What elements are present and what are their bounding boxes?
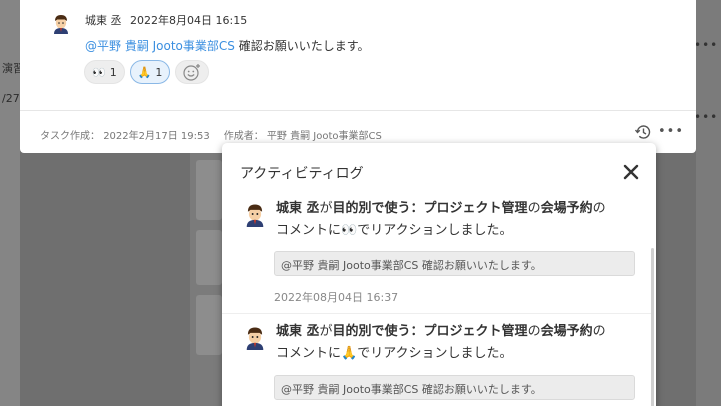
creator-name: 平野 貴嗣 Jooto事業部CS (266, 131, 382, 142)
log-text-part: が (319, 324, 333, 339)
background-card (196, 295, 222, 355)
eyes-emoji-icon: 👀 (341, 223, 358, 238)
created-date: 2022年2月17日 19:53 (103, 131, 210, 142)
add-reaction-button[interactable] (175, 60, 210, 84)
reaction-count: 1 (109, 65, 117, 79)
creator-label: 作成者： (223, 131, 264, 142)
log-text-part: の (527, 324, 541, 339)
background-text: /27 (2, 92, 20, 105)
reaction-pray-button[interactable]: 🙏 1 (129, 60, 171, 84)
background-card (196, 230, 222, 285)
comment-body: @平野 貴嗣 Jooto事業部CS 確認お願いいたします。 (85, 37, 370, 54)
activity-log-panel: アクティビティログ 城東 丞が目的別で使う：プロジェクト管理の会場予約の コメン… (222, 143, 656, 406)
avatar[interactable] (242, 324, 268, 350)
avatar[interactable] (242, 201, 268, 227)
add-emoji-icon (183, 64, 201, 81)
created-label: タスク作成： (40, 131, 100, 142)
comment-timestamp: 2022年8月04日 16:15 (130, 14, 248, 27)
log-text-part: の (527, 201, 541, 216)
more-icon: ••• (694, 38, 719, 52)
created-info: タスク作成： 2022年2月17日 19:53 (40, 127, 210, 142)
log-text-part: の (592, 201, 606, 216)
quoted-comment: @平野 貴嗣 Jooto事業部CS 確認お願いいたします。 (274, 251, 635, 276)
activity-log-title: アクティビティログ (240, 166, 364, 182)
quoted-comment: @平野 貴嗣 Jooto事業部CS 確認お願いいたします。 (274, 375, 635, 400)
divider (20, 110, 696, 111)
pray-emoji-icon: 🙏 (137, 65, 152, 79)
more-icon: ••• (694, 110, 719, 124)
comment-text: 確認お願いいたします。 (238, 39, 370, 53)
reaction-bar: 👀 1 🙏 1 (84, 60, 210, 84)
log-text-part: が (319, 201, 333, 216)
task-card: 城東 丞 2022年8月04日 16:15 @平野 貴嗣 Jooto事業部CS … (20, 0, 696, 153)
divider (222, 313, 652, 314)
creator-info: 作成者： 平野 貴嗣 Jooto事業部CS (224, 127, 382, 142)
log-user: 城東 丞 (276, 324, 320, 339)
close-icon[interactable] (622, 163, 640, 181)
avatar[interactable] (50, 12, 72, 34)
comment-author[interactable]: 城東 丞 (85, 12, 122, 28)
log-text-part: でリアクションしました。 (357, 346, 513, 361)
task-meta: タスク作成： 2022年2月17日 19:53 作成者： 平野 貴嗣 Jooto… (40, 127, 382, 142)
reaction-count: 1 (155, 65, 163, 79)
background-right-column (696, 0, 721, 406)
pray-emoji-icon: 🙏 (341, 346, 358, 361)
log-text-part: コメントに (276, 223, 342, 238)
eyes-emoji-icon: 👀 (92, 65, 106, 79)
log-text-part: の (592, 324, 606, 339)
log-task[interactable]: 会場予約 (541, 324, 593, 339)
log-task[interactable]: 会場予約 (541, 201, 593, 216)
activity-log-text: 城東 丞が目的別で使う：プロジェクト管理の会場予約の コメントに👀でリアクション… (276, 198, 636, 242)
log-date: 2022年08月04日 16:37 (274, 291, 399, 304)
log-project[interactable]: 目的別で使う：プロジェクト管理 (333, 324, 528, 339)
log-text-part: でリアクションしました。 (357, 223, 513, 238)
log-project[interactable]: 目的別で使う：プロジェクト管理 (333, 201, 528, 216)
log-text-part: コメントに (276, 346, 342, 361)
mention-link[interactable]: @平野 貴嗣 Jooto事業部CS (85, 39, 235, 53)
history-icon[interactable] (634, 123, 652, 141)
scrollbar[interactable] (651, 248, 654, 406)
log-user: 城東 丞 (276, 201, 320, 216)
background-card (196, 160, 222, 220)
more-options-icon[interactable]: ••• (658, 124, 684, 139)
reaction-eyes-button[interactable]: 👀 1 (84, 60, 125, 84)
activity-log-text: 城東 丞が目的別で使う：プロジェクト管理の会場予約の コメントに🙏でリアクション… (276, 321, 636, 365)
